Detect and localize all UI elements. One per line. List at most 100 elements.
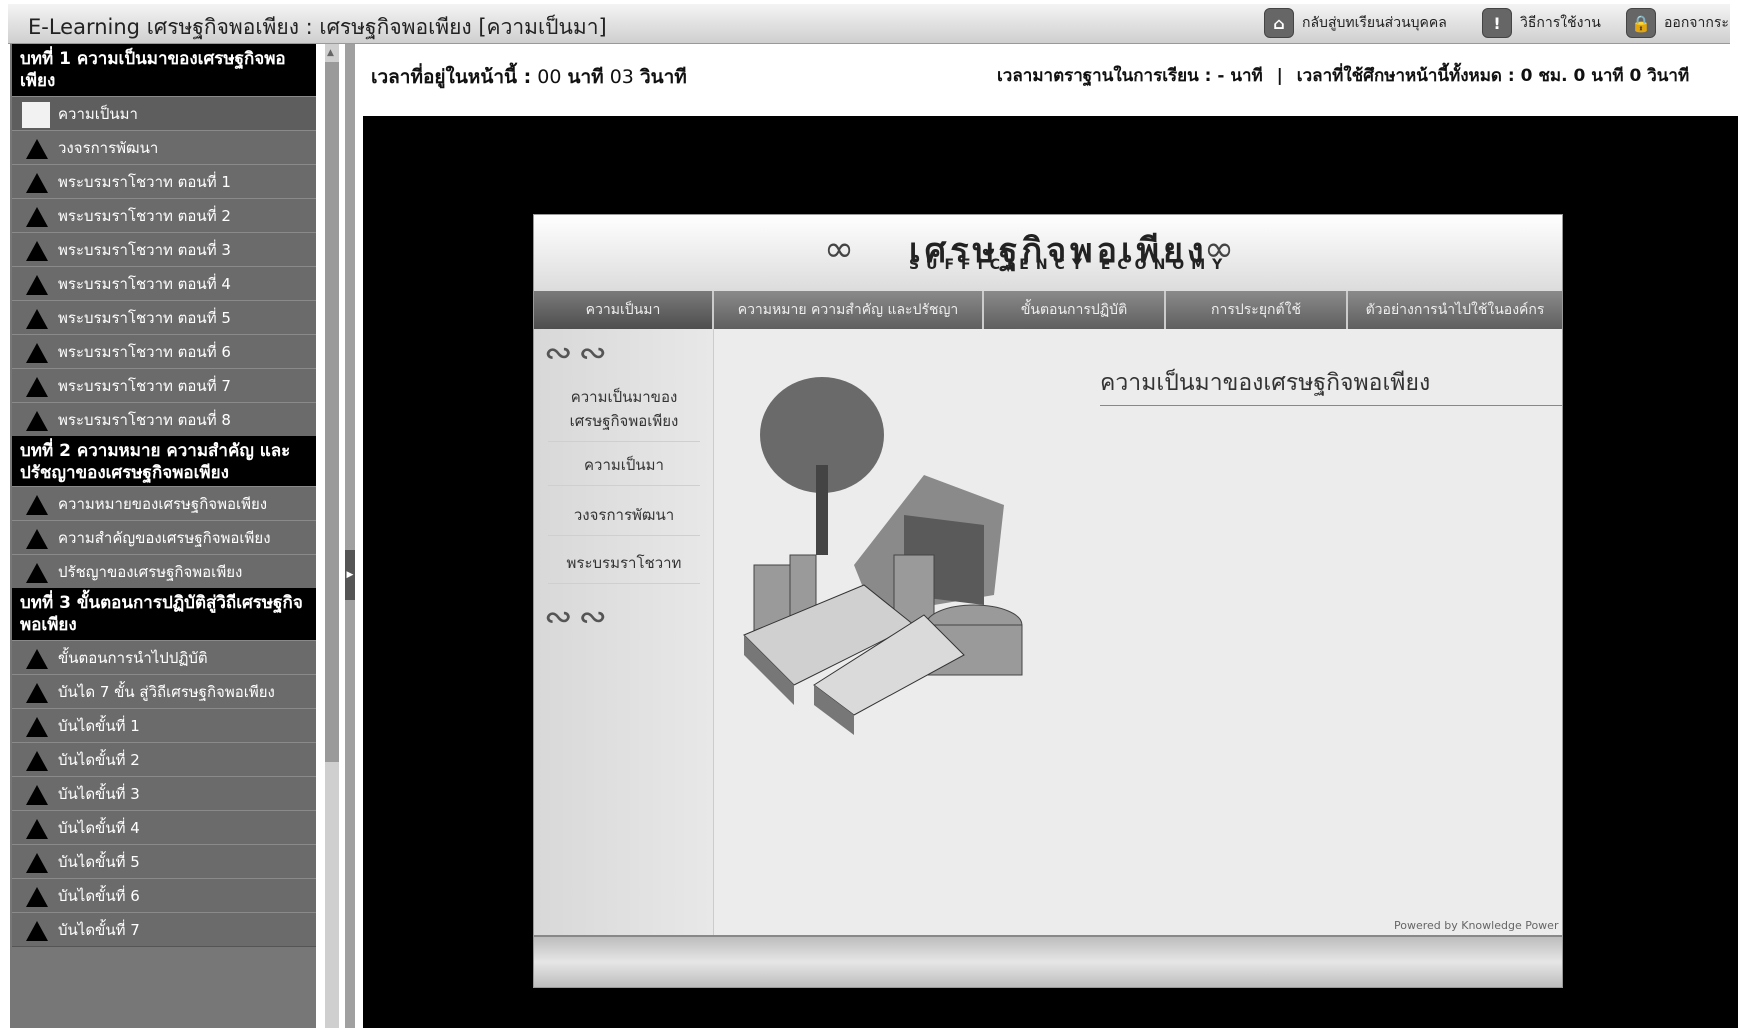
sidebar-item-label: บันไดขั้นที่ 6 xyxy=(58,886,140,905)
sidebar-item-label: พระบรมราโชวาท ตอนที่ 8 xyxy=(58,410,231,429)
sidebar-item-label: ปรัชญาของเศรษฐกิจพอเพียง xyxy=(58,562,243,581)
sidebar-item-speech-5[interactable]: พระบรมราโชวาท ตอนที่ 5 xyxy=(12,300,316,335)
sidebar-item-label: บันได 7 ขั้น สู่วิถีเศรษฐกิจพอเพียง xyxy=(58,682,275,701)
triangle-icon xyxy=(26,173,48,193)
sidebar-item-practice-steps[interactable]: ขั้นตอนการนำไปปฏิบัติ xyxy=(12,640,316,675)
triangle-icon xyxy=(26,785,48,805)
sidebar-item-speech-6[interactable]: พระบรมราโชวาท ตอนที่ 6 xyxy=(12,334,316,369)
standard-time: เวลามาตราฐานในการเรียน : - นาที xyxy=(997,66,1263,86)
left-swirl-icon: ∞ xyxy=(824,229,854,270)
sidebar-item-label: ความหมายของเศรษฐกิจพอเพียง xyxy=(58,494,268,513)
time-minutes-unit: นาที xyxy=(567,66,604,88)
chapter-3-heading[interactable]: บทที่ 3 ขั้นตอนการปฏิบัติสู่วิถีเศรษฐกิจ… xyxy=(12,588,316,640)
sidebar-item-step-6[interactable]: บันไดขั้นที่ 6 xyxy=(12,878,316,913)
sidebar-item-seven-steps[interactable]: บันได 7 ขั้น สู่วิถีเศรษฐกิจพอเพียง xyxy=(12,674,316,709)
content-title: ความเป็นมาของเศรษฐกิจพอเพียง xyxy=(1100,365,1562,406)
total-study-time: เวลาที่ใช้ศึกษาหน้านี้ทั้งหมด : 0 ชม. 0 … xyxy=(1296,66,1690,86)
home-link[interactable]: ⌂ กลับสู่บทเรียนส่วนบุคคล xyxy=(1264,7,1447,39)
sidebar-item-label: บันไดขั้นที่ 1 xyxy=(58,716,140,735)
triangle-icon xyxy=(26,717,48,737)
content-viewer: ∞ เศรษฐกิจพอเพียง SUFFICIENCY ECONOMY ∞ … xyxy=(363,116,1738,1028)
sidebar-item-label: พระบรมราโชวาท ตอนที่ 7 xyxy=(58,376,231,395)
triangle-icon xyxy=(26,343,48,363)
sidebar-scrollbar[interactable]: ▲ xyxy=(325,44,339,1028)
triangle-icon xyxy=(26,411,48,431)
sidebar-scroll-thumb[interactable] xyxy=(325,62,339,762)
course-side-link-history[interactable]: ความเป็นมา xyxy=(548,453,700,486)
sidebar-item-history[interactable]: ความเป็นมา xyxy=(12,96,316,131)
course-side-link-speech[interactable]: พระบรมราโชวาท xyxy=(548,551,700,584)
course-frame[interactable]: ∞ เศรษฐกิจพอเพียง SUFFICIENCY ECONOMY ∞ … xyxy=(533,214,1563,988)
triangle-icon xyxy=(26,377,48,397)
current-page-icon xyxy=(22,102,50,128)
tree-house-money-illustration xyxy=(743,377,1023,735)
ornament-icon: ∾∾ xyxy=(544,597,613,637)
sidebar-item-label: ขั้นตอนการนำไปปฏิบัติ xyxy=(58,648,208,667)
lock-icon: 🔒 xyxy=(1626,8,1656,38)
right-swirl-icon: ∞ xyxy=(1204,229,1234,270)
pane-splitter[interactable] xyxy=(345,44,355,1028)
ornament-icon: ∾∾ xyxy=(544,333,613,373)
sidebar-item-step-2[interactable]: บันไดขั้นที่ 2 xyxy=(12,742,316,777)
main-content: เวลาที่อยู่ในหน้านี้ : 00 นาที 03 วินาที… xyxy=(355,44,1738,1028)
course-side-link-cycle[interactable]: วงจรการพัฒนา xyxy=(548,503,700,536)
sidebar-item-step-3[interactable]: บันไดขั้นที่ 3 xyxy=(12,776,316,811)
triangle-icon xyxy=(26,241,48,261)
sidebar-item-label: บันไดขั้นที่ 5 xyxy=(58,852,140,871)
triangle-icon xyxy=(26,275,48,295)
sidebar-item-step-1[interactable]: บันไดขั้นที่ 1 xyxy=(12,708,316,743)
sidebar-item-speech-7[interactable]: พระบรมราโชวาท ตอนที่ 7 xyxy=(12,368,316,403)
time-minutes: 00 xyxy=(537,66,562,88)
triangle-icon xyxy=(26,683,48,703)
chapter-2-heading[interactable]: บทที่ 2 ความหมาย ความสำคัญ และปรัชญาของเ… xyxy=(12,436,316,486)
powered-by: Powered by Knowledge Power xyxy=(1394,919,1559,932)
page-title: E-Learning เศรษฐกิจพอเพียง : เศรษฐกิจพอเ… xyxy=(28,15,607,39)
sidebar-item-speech-1[interactable]: พระบรมราโชวาท ตอนที่ 1 xyxy=(12,164,316,199)
sidebar-item-speech-2[interactable]: พระบรมราโชวาท ตอนที่ 2 xyxy=(12,198,316,233)
help-link[interactable]: ! วิธีการใช้งาน xyxy=(1482,7,1601,39)
sidebar-item-label: ความสำคัญของเศรษฐกิจพอเพียง xyxy=(58,528,271,547)
course-tab-examples[interactable]: ตัวอย่างการนำไปใช้ในองค์กร xyxy=(1348,291,1562,329)
sidebar-item-philosophy[interactable]: ปรัชญาของเศรษฐกิจพอเพียง xyxy=(12,554,316,589)
scroll-up-icon[interactable]: ▲ xyxy=(327,48,334,58)
sidebar-item-label: พระบรมราโชวาท ตอนที่ 2 xyxy=(58,206,231,225)
study-time-summary: เวลามาตราฐานในการเรียน : - นาที | เวลาที… xyxy=(997,62,1689,89)
triangle-icon xyxy=(26,563,48,583)
sidebar-item-speech-8[interactable]: พระบรมราโชวาท ตอนที่ 8 xyxy=(12,402,316,437)
course-tab-meaning[interactable]: ความหมาย ความสำคัญ และปรัชญา xyxy=(714,291,984,329)
triangle-icon xyxy=(26,649,48,669)
sidebar-item-development-cycle[interactable]: วงจรการพัฒนา xyxy=(12,130,316,165)
sidebar-item-label: ความเป็นมา xyxy=(58,104,138,123)
course-tab-history[interactable]: ความเป็นมา xyxy=(534,291,714,329)
time-separator: | xyxy=(1276,66,1283,86)
course-tab-application[interactable]: การประยุกต์ใช้ xyxy=(1166,291,1348,329)
info-icon: ! xyxy=(1482,8,1512,38)
triangle-icon xyxy=(26,751,48,771)
sidebar-item-importance[interactable]: ความสำคัญของเศรษฐกิจพอเพียง xyxy=(12,520,316,555)
sidebar-item-speech-3[interactable]: พระบรมราโชวาท ตอนที่ 3 xyxy=(12,232,316,267)
triangle-icon xyxy=(26,887,48,907)
chapter-1-heading[interactable]: บทที่ 1 ความเป็นมาของเศรษฐกิจพอเพียง xyxy=(12,44,316,96)
sidebar-item-step-5[interactable]: บันไดขั้นที่ 5 xyxy=(12,844,316,879)
course-tab-practice[interactable]: ขั้นตอนการปฏิบัติ xyxy=(984,291,1166,329)
course-side-link-history-of[interactable]: ความเป็นมาของเศรษฐกิจพอเพียง xyxy=(548,385,700,442)
sidebar-item-step-7[interactable]: บันไดขั้นที่ 7 xyxy=(12,912,316,947)
time-on-page: เวลาที่อยู่ในหน้านี้ : 00 นาที 03 วินาที xyxy=(371,62,687,92)
sidebar-item-label: พระบรมราโชวาท ตอนที่ 6 xyxy=(58,342,231,361)
triangle-icon xyxy=(26,139,48,159)
sidebar-item-meaning[interactable]: ความหมายของเศรษฐกิจพอเพียง xyxy=(12,486,316,521)
sidebar-item-label: พระบรมราโชวาท ตอนที่ 4 xyxy=(58,274,231,293)
exit-link[interactable]: 🔒 ออกจากระ xyxy=(1626,7,1738,39)
time-seconds: 03 xyxy=(609,66,634,88)
triangle-icon xyxy=(26,921,48,941)
sidebar-item-label: บันไดขั้นที่ 4 xyxy=(58,818,140,837)
collapse-sidebar-icon[interactable]: ▶ xyxy=(345,550,355,600)
sidebar-item-speech-4[interactable]: พระบรมราโชวาท ตอนที่ 4 xyxy=(12,266,316,301)
exit-link-label: ออกจากระ xyxy=(1664,15,1729,31)
course-footer xyxy=(534,935,1562,987)
course-header: ∞ เศรษฐกิจพอเพียง SUFFICIENCY ECONOMY ∞ xyxy=(534,215,1562,291)
lesson-sidebar: บทที่ 1 ความเป็นมาของเศรษฐกิจพอเพียง ควา… xyxy=(10,44,316,1028)
sidebar-item-step-4[interactable]: บันไดขั้นที่ 4 xyxy=(12,810,316,845)
triangle-icon xyxy=(26,309,48,329)
app-window: E-Learning เศรษฐกิจพอเพียง : เศรษฐกิจพอเ… xyxy=(0,0,1738,1028)
